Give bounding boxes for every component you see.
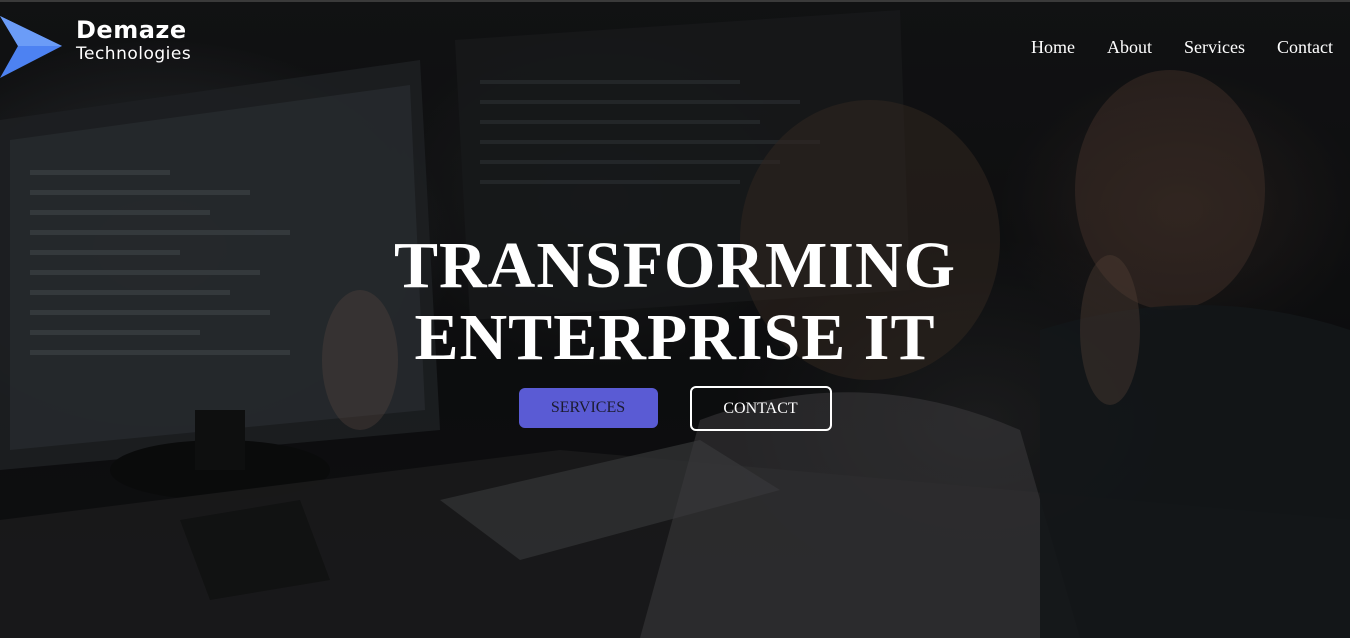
nav-item-services[interactable]: Services — [1184, 36, 1245, 58]
hero-buttons: SERVICES CONTACT — [0, 386, 1350, 431]
services-button[interactable]: SERVICES — [518, 388, 658, 428]
hero-title-line-1: TRANSFORMING — [393, 229, 956, 302]
nav-item-contact[interactable]: Contact — [1277, 36, 1333, 58]
brand-text: Demaze Technologies — [76, 16, 191, 64]
nav-item-home[interactable]: Home — [1031, 36, 1075, 58]
chevron-arrow-logo-icon — [0, 16, 62, 78]
hero-title-line-2: ENTERPRISE IT — [414, 301, 936, 374]
hero-content: TRANSFORMING ENTERPRISE IT SERVICES CONT… — [0, 230, 1350, 431]
main-nav: Home About Services Contact — [1031, 36, 1333, 58]
hero-section: Demaze Technologies Home About Services … — [0, 0, 1350, 638]
brand-subtitle: Technologies — [76, 44, 192, 64]
brand-name: Demaze — [76, 16, 187, 44]
hero-title: TRANSFORMING ENTERPRISE IT — [0, 230, 1350, 374]
contact-button[interactable]: CONTACT — [689, 386, 832, 431]
nav-item-about[interactable]: About — [1107, 36, 1152, 58]
brand-logo[interactable]: Demaze Technologies — [0, 10, 210, 80]
top-navbar: Demaze Technologies Home About Services … — [0, 0, 1350, 92]
